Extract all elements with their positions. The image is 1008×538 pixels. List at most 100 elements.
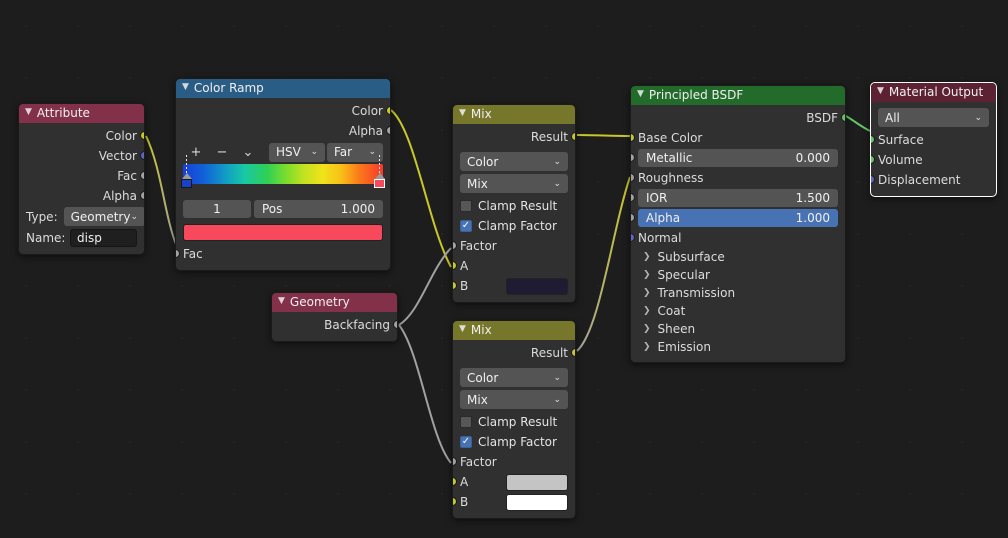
bsdf-section-subsurface[interactable]: ❯ Subsurface xyxy=(631,248,845,266)
socket-row-matout-displacement[interactable]: Displacement xyxy=(871,170,996,190)
node-material-output[interactable]: ▼ Material Output All ⌄ Surface Volume D… xyxy=(870,82,997,197)
socket-row-bsdf-roughness[interactable]: Roughness xyxy=(631,168,845,188)
socket-row-bsdf-ior[interactable]: IOR 1.500 xyxy=(631,188,845,208)
node-attribute-header[interactable]: ▼ Attribute xyxy=(19,104,144,123)
chevron-down-icon[interactable]: ▼ xyxy=(278,293,285,311)
attribute-type-dropdown[interactable]: Geometry ⌄ xyxy=(63,207,144,226)
bsdf-section-coat[interactable]: ❯ Coat xyxy=(631,302,845,320)
node-attribute[interactable]: ▼ Attribute Color Vector Fac Alpha Type: xyxy=(18,103,145,255)
mix1-clamp-result-checkbox[interactable] xyxy=(460,200,472,212)
socket-mix2-factor[interactable] xyxy=(453,457,457,466)
bsdf-section-sheen[interactable]: ❯ Sheen xyxy=(631,320,845,338)
node-principled-bsdf-header[interactable]: ▼ Principled BSDF xyxy=(631,86,845,105)
mix1-b-color-swatch[interactable] xyxy=(506,277,568,295)
bsdf-alpha-field[interactable]: Alpha 1.000 xyxy=(638,209,838,227)
socket-row-mix2-result[interactable]: Result xyxy=(453,343,575,363)
mix1-clamp-factor-checkbox[interactable] xyxy=(460,220,472,232)
socket-colorramp-alpha[interactable] xyxy=(386,126,390,135)
socket-row-mix2-factor[interactable]: Factor xyxy=(453,452,575,472)
colorramp-stop-1[interactable] xyxy=(374,155,385,188)
node-mix-2[interactable]: ▼ Mix Result Color ⌄ Mix ⌄ Clamp Result … xyxy=(452,320,576,519)
socket-bsdf-roughness[interactable] xyxy=(631,173,635,182)
socket-mix1-b[interactable] xyxy=(453,281,457,290)
socket-row-mix1-a[interactable]: A xyxy=(453,256,575,276)
mix2-clamp-result-row[interactable]: Clamp Result xyxy=(453,412,575,432)
socket-geometry-backfacing[interactable] xyxy=(393,320,397,329)
socket-row-colorramp-color[interactable]: Color xyxy=(176,101,390,121)
bsdf-section-emission[interactable]: ❯ Emission xyxy=(631,338,845,356)
material-output-target-dropdown[interactable]: All ⌄ xyxy=(878,108,989,127)
mix1-blend-mode-dropdown[interactable]: Mix ⌄ xyxy=(460,174,568,193)
mix2-b-color-swatch[interactable] xyxy=(506,493,568,511)
socket-mix2-a[interactable] xyxy=(453,477,457,486)
colorramp-selected-color-swatch[interactable] xyxy=(183,224,383,241)
node-mix-1[interactable]: ▼ Mix Result Color ⌄ Mix ⌄ Clamp Result … xyxy=(452,104,576,303)
socket-row-attribute-alpha[interactable]: Alpha xyxy=(19,186,144,206)
node-principled-bsdf[interactable]: ▼ Principled BSDF BSDF Base Color Metall… xyxy=(630,85,846,363)
mix2-blend-mode-dropdown[interactable]: Mix ⌄ xyxy=(460,390,568,409)
colorramp-menu-button[interactable]: ⌄ xyxy=(235,143,261,161)
socket-mix1-a[interactable] xyxy=(453,261,457,270)
socket-row-bsdf-basecolor[interactable]: Base Color xyxy=(631,128,845,148)
socket-matout-surface[interactable] xyxy=(871,135,875,144)
remove-stop-button[interactable]: − xyxy=(209,143,235,161)
bsdf-metallic-field[interactable]: Metallic 0.000 xyxy=(638,149,838,167)
socket-row-attribute-vector[interactable]: Vector xyxy=(19,146,144,166)
socket-colorramp-fac[interactable] xyxy=(176,249,180,258)
mix1-data-type-dropdown[interactable]: Color ⌄ xyxy=(460,152,568,171)
bsdf-section-specular[interactable]: ❯ Specular xyxy=(631,266,845,284)
socket-attribute-color[interactable] xyxy=(140,131,144,140)
colorramp-stop-0[interactable] xyxy=(181,155,192,188)
node-material-output-header[interactable]: ▼ Material Output xyxy=(871,83,996,102)
socket-row-attribute-color[interactable]: Color xyxy=(19,126,144,146)
mix2-clamp-result-checkbox[interactable] xyxy=(460,416,472,428)
chevron-down-icon[interactable]: ▼ xyxy=(459,321,466,339)
mix2-data-type-dropdown[interactable]: Color ⌄ xyxy=(460,368,568,387)
socket-attribute-alpha[interactable] xyxy=(140,191,144,200)
socket-row-bsdf-metallic[interactable]: Metallic 0.000 xyxy=(631,148,845,168)
socket-mix2-result[interactable] xyxy=(571,348,575,357)
chevron-down-icon[interactable]: ▼ xyxy=(182,79,189,97)
mix2-a-color-swatch[interactable] xyxy=(506,473,568,491)
node-mix-2-header[interactable]: ▼ Mix xyxy=(453,321,575,340)
mix2-clamp-factor-checkbox[interactable] xyxy=(460,436,472,448)
node-geometry[interactable]: ▼ Geometry Backfacing xyxy=(271,292,398,342)
socket-attribute-fac[interactable] xyxy=(140,171,144,180)
colorramp-hue-mode-dropdown[interactable]: Far ⌄ xyxy=(327,142,383,162)
attribute-name-input[interactable]: disp xyxy=(70,228,137,247)
chevron-down-icon[interactable]: ▼ xyxy=(637,86,644,104)
socket-row-bsdf-normal[interactable]: Normal xyxy=(631,228,845,248)
colorramp-gradient-widget[interactable] xyxy=(176,155,390,192)
colorramp-gradient-bar[interactable] xyxy=(181,155,385,188)
node-mix-1-header[interactable]: ▼ Mix xyxy=(453,105,575,124)
colorramp-interpolation-dropdown[interactable]: HSV ⌄ xyxy=(269,142,325,162)
bsdf-ior-field[interactable]: IOR 1.500 xyxy=(638,189,838,207)
socket-row-colorramp-alpha[interactable]: Alpha xyxy=(176,121,390,141)
socket-bsdf-ior[interactable] xyxy=(631,193,635,202)
socket-row-colorramp-fac[interactable]: Fac xyxy=(176,244,390,264)
mix1-clamp-result-row[interactable]: Clamp Result xyxy=(453,196,575,216)
socket-row-matout-surface[interactable]: Surface xyxy=(871,130,996,150)
socket-colorramp-color[interactable] xyxy=(386,106,390,115)
socket-mix2-b[interactable] xyxy=(453,497,457,506)
socket-bsdf-normal[interactable] xyxy=(631,233,635,242)
socket-row-mix1-factor[interactable]: Factor xyxy=(453,236,575,256)
node-geometry-header[interactable]: ▼ Geometry xyxy=(272,293,397,312)
bsdf-section-transmission[interactable]: ❯ Transmission xyxy=(631,284,845,302)
socket-mix1-result[interactable] xyxy=(571,132,575,141)
node-editor-canvas[interactable]: ▼ Attribute Color Vector Fac Alpha Type: xyxy=(0,0,1008,538)
socket-row-mix2-b[interactable]: B xyxy=(453,492,575,512)
colorramp-pos-field[interactable]: Pos 1.000 xyxy=(254,200,383,218)
mix2-clamp-factor-row[interactable]: Clamp Factor xyxy=(453,432,575,452)
socket-matout-volume[interactable] xyxy=(871,155,875,164)
socket-row-mix2-a[interactable]: A xyxy=(453,472,575,492)
socket-row-mix1-b[interactable]: B xyxy=(453,276,575,296)
socket-bsdf-basecolor[interactable] xyxy=(631,133,635,142)
socket-matout-displacement[interactable] xyxy=(871,175,875,184)
socket-row-matout-volume[interactable]: Volume xyxy=(871,150,996,170)
socket-row-bsdf-alpha[interactable]: Alpha 1.000 xyxy=(631,208,845,228)
node-color-ramp[interactable]: ▼ Color Ramp Color Alpha + − ⌄ HSV ⌄ Far… xyxy=(175,78,391,271)
chevron-down-icon[interactable]: ▼ xyxy=(25,104,32,122)
socket-bsdf-output[interactable] xyxy=(841,113,845,122)
socket-row-attribute-fac[interactable]: Fac xyxy=(19,166,144,186)
